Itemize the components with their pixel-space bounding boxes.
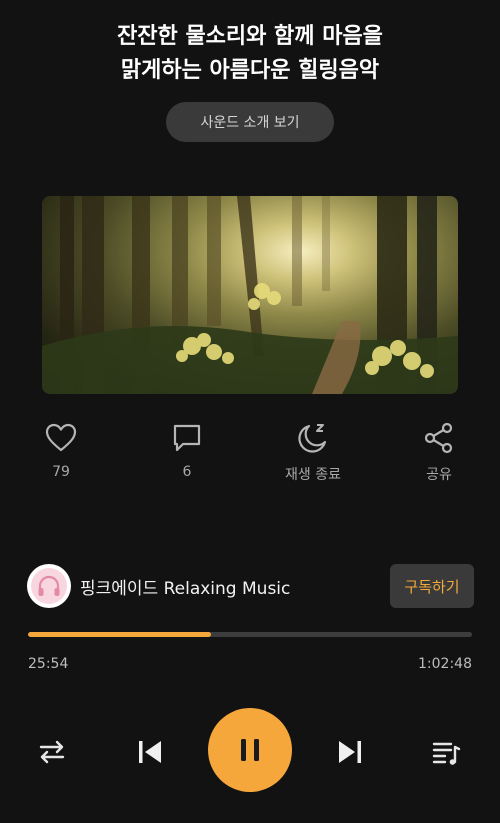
player-controls [0, 706, 500, 796]
pause-icon [241, 739, 259, 761]
channel-name[interactable]: 핑크에이드 Relaxing Music [80, 574, 290, 599]
skip-next-icon [339, 741, 361, 763]
action-bar: 79 6 재생 종료 공유 [0, 420, 500, 490]
heart-icon [45, 423, 77, 452]
track-title-line-2: 맑게하는 아름다운 힐링음악 [120, 58, 380, 83]
channel-avatar[interactable] [27, 564, 71, 608]
share-label: 공유 [426, 467, 452, 483]
current-time: 25:54 [28, 656, 69, 672]
share-icon [424, 422, 453, 454]
comment-action[interactable]: 6 [137, 420, 237, 480]
sleep-timer-action[interactable]: 재생 종료 [263, 420, 363, 484]
like-action[interactable]: 79 [11, 420, 111, 480]
share-action[interactable]: 공유 [389, 420, 489, 484]
progress-fill [28, 632, 211, 637]
repeat-icon [39, 740, 65, 764]
previous-button[interactable] [128, 730, 172, 774]
playlist-icon [432, 742, 461, 765]
playlist-button[interactable] [424, 730, 468, 774]
moon-zz-icon [298, 424, 327, 453]
pause-button[interactable] [208, 708, 292, 792]
subscribe-button[interactable]: 구독하기 [390, 564, 474, 608]
comment-icon [173, 424, 201, 452]
sound-intro-button[interactable]: 사운드 소개 보기 [166, 102, 334, 142]
total-time: 1:02:48 [418, 656, 472, 672]
repeat-button[interactable] [30, 730, 74, 774]
like-count: 79 [52, 464, 70, 480]
channel-row: 핑크에이드 Relaxing Music 구독하기 [26, 562, 474, 610]
progress-bar[interactable] [28, 632, 472, 637]
track-title-line-1: 잔잔한 물소리와 함께 마음을 [117, 24, 383, 49]
track-title: 잔잔한 물소리와 함께 마음을 맑게하는 아름다운 힐링음악 [0, 20, 500, 88]
album-artwork [42, 196, 458, 394]
next-button[interactable] [328, 730, 372, 774]
skip-previous-icon [139, 741, 161, 763]
sleep-timer-label: 재생 종료 [285, 467, 341, 483]
headphones-logo-icon [31, 568, 67, 604]
comment-count: 6 [182, 464, 192, 480]
